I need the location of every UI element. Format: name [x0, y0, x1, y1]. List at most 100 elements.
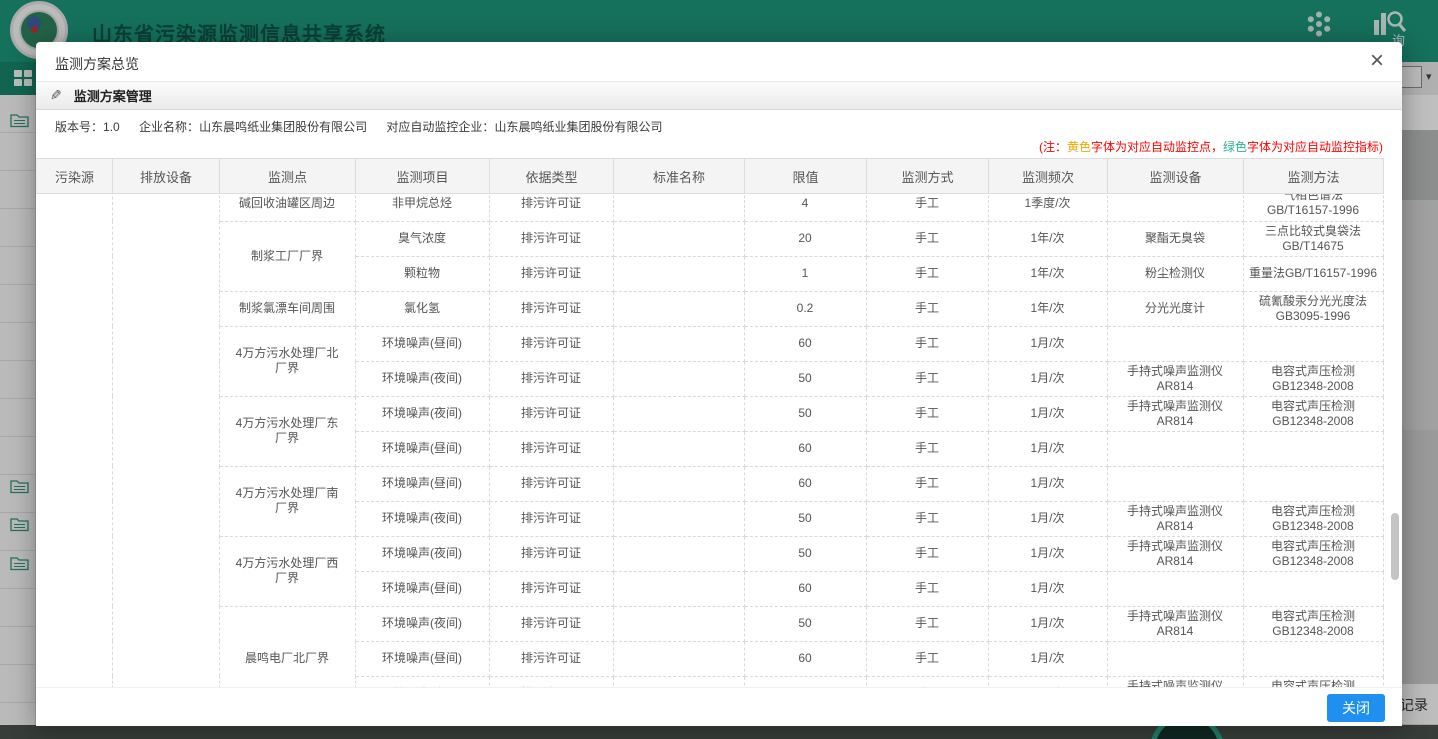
table-cell: 排污许可证	[489, 326, 613, 361]
note-part3: 字体为对应自动监控指标)	[1247, 140, 1383, 154]
table-cell: 电容式声压检测 GB12348-2008	[1243, 501, 1383, 536]
close-icon[interactable]: ×	[1370, 47, 1384, 75]
table-cell-empty	[1107, 431, 1243, 466]
table-cell: 排污许可证	[489, 501, 613, 536]
table-cell: 60	[744, 326, 866, 361]
table-cell-empty	[112, 194, 219, 687]
col-header: 污染源	[37, 159, 113, 194]
table-cell: 50	[744, 501, 866, 536]
table-cell-empty	[613, 676, 744, 687]
col-header: 监测方法	[1244, 159, 1384, 194]
table-cell: 手工	[866, 396, 988, 431]
table-cell-empty	[613, 326, 744, 361]
table-cell: 环境噪声(昼间)	[355, 326, 489, 361]
table-cell-empty	[613, 641, 744, 676]
table-cell: 手工	[866, 641, 988, 676]
section-title: 监测方案管理	[74, 86, 152, 105]
table-scroll-area[interactable]: 碱回收油罐区周边非甲烷总烃排污许可证4手工1季度/次气相色谱法 GB/T1615…	[36, 194, 1402, 687]
table-cell: 1月/次	[988, 361, 1107, 396]
table-cell-empty	[613, 361, 744, 396]
table-cell: 1月/次	[988, 606, 1107, 641]
table-cell: 手持式噪声监测仪 AR814	[1107, 606, 1243, 641]
monitoring-plan-modal: 监测方案总览 × ✎ 监测方案管理 版本号：1.0 企业名称：山东晨鸣纸业集团股…	[36, 42, 1402, 725]
close-button[interactable]: 关闭	[1327, 694, 1385, 722]
table-cell: 50	[744, 361, 866, 396]
table-cell: 手持式噪声监测仪 AR814	[1107, 676, 1243, 687]
table-row: 制浆工厂厂界臭气浓度排污许可证20手工1年/次聚酯无臭袋三点比较式臭袋法 GB/…	[36, 221, 1383, 256]
table-cell: 排污许可证	[489, 291, 613, 326]
pencil-icon: ✎	[50, 87, 62, 104]
table-cell: 手持式噪声监测仪 AR814	[1107, 396, 1243, 431]
table-cell: 20	[744, 221, 866, 256]
table-row: 制浆氯漂车间周围氯化氢排污许可证0.2手工1年/次分光光度计硫氰酸汞分光光度法G…	[36, 291, 1383, 326]
col-header: 限值	[745, 159, 867, 194]
table-cell: 4万方污水处理厂北 厂界	[219, 326, 355, 396]
table-cell: 1月/次	[988, 326, 1107, 361]
table-cell: 环境噪声(昼间)	[355, 641, 489, 676]
table-cell: 排污许可证	[489, 256, 613, 291]
table-cell-empty	[1243, 571, 1383, 606]
table-cell-empty	[1107, 194, 1243, 221]
col-header: 监测方式	[867, 159, 989, 194]
table-cell-empty	[1243, 466, 1383, 501]
table-cell: 电容式声压检测 GB12348-2008	[1243, 536, 1383, 571]
table-cell: 环境噪声(夜间)	[355, 536, 489, 571]
plan-table-header: 污染源 排放设备 监测点 监测项目 依据类型 标准名称 限值 监测方式 监测频次…	[36, 158, 1384, 194]
table-cell: 排污许可证	[489, 641, 613, 676]
col-header: 排放设备	[113, 159, 220, 194]
table-cell: 4万方污水处理厂东 厂界	[219, 396, 355, 466]
col-header: 标准名称	[614, 159, 745, 194]
table-cell: 排污许可证	[489, 396, 613, 431]
table-row: 4万方污水处理厂北 厂界环境噪声(昼间)排污许可证60手工1月/次	[36, 326, 1383, 361]
section-header: ✎ 监测方案管理	[36, 82, 1402, 110]
table-cell: 排污许可证	[489, 676, 613, 687]
note-green-word: 绿色	[1223, 140, 1247, 154]
table-cell: 手工	[866, 676, 988, 687]
table-cell: 手工	[866, 361, 988, 396]
table-cell: 电容式声压检测 GB12348-2008	[1243, 396, 1383, 431]
table-cell: 4万方污水处理厂南 厂界	[219, 466, 355, 536]
table-cell: 氯化氢	[355, 291, 489, 326]
table-cell: 手工	[866, 256, 988, 291]
table-cell: 1月/次	[988, 396, 1107, 431]
table-cell: 1年/次	[988, 291, 1107, 326]
table-cell: 手持式噪声监测仪 AR814	[1107, 536, 1243, 571]
table-cell-empty	[1243, 326, 1383, 361]
table-cell-empty	[36, 194, 112, 687]
table-cell: 环境噪声(夜间)	[355, 676, 489, 687]
info-area: 版本号：1.0 企业名称：山东晨鸣纸业集团股份有限公司 对应自动监控企业：山东晨…	[36, 110, 1402, 158]
table-cell: 50	[744, 536, 866, 571]
scrollbar-thumb[interactable]	[1391, 513, 1399, 580]
table-cell: 手工	[866, 536, 988, 571]
table-cell-empty	[613, 501, 744, 536]
table-cell: 1月/次	[988, 571, 1107, 606]
table-cell: 1月/次	[988, 501, 1107, 536]
table-cell: 制浆工厂厂界	[219, 221, 355, 291]
table-cell: 手工	[866, 431, 988, 466]
table-cell: 排污许可证	[489, 361, 613, 396]
table-cell-empty	[613, 431, 744, 466]
info-line: 版本号：1.0 企业名称：山东晨鸣纸业集团股份有限公司 对应自动监控企业：山东晨…	[36, 110, 1402, 135]
table-cell: 排污许可证	[489, 536, 613, 571]
table-cell: 手工	[866, 194, 988, 221]
modal-title: 监测方案总览	[55, 54, 139, 74]
table-cell: 重量法GB/T16157-1996	[1243, 256, 1383, 291]
table-cell: 1月/次	[988, 676, 1107, 687]
table-cell: 排污许可证	[489, 221, 613, 256]
page: 山东省污染源监测信息共享系统 询 ▾	[0, 0, 1438, 739]
table-cell: 1月/次	[988, 466, 1107, 501]
table-cell: 50	[744, 396, 866, 431]
version-value: 1.0	[103, 120, 120, 134]
auto-company-label: 对应自动监控企业：	[386, 120, 494, 134]
table-cell: 环境噪声(夜间)	[355, 361, 489, 396]
table-cell: 制浆氯漂车间周围	[219, 291, 355, 326]
table-cell: 60	[744, 466, 866, 501]
table-cell: 排污许可证	[489, 466, 613, 501]
table-cell: 0.2	[744, 291, 866, 326]
modal-footer: 关闭	[36, 687, 1402, 726]
auto-company-value: 山东晨鸣纸业集团股份有限公司	[494, 120, 662, 134]
table-cell: 非甲烷总烃	[355, 194, 489, 221]
table-cell: 环境噪声(夜间)	[355, 606, 489, 641]
table-cell: 1月/次	[988, 641, 1107, 676]
table-cell-empty	[613, 256, 744, 291]
